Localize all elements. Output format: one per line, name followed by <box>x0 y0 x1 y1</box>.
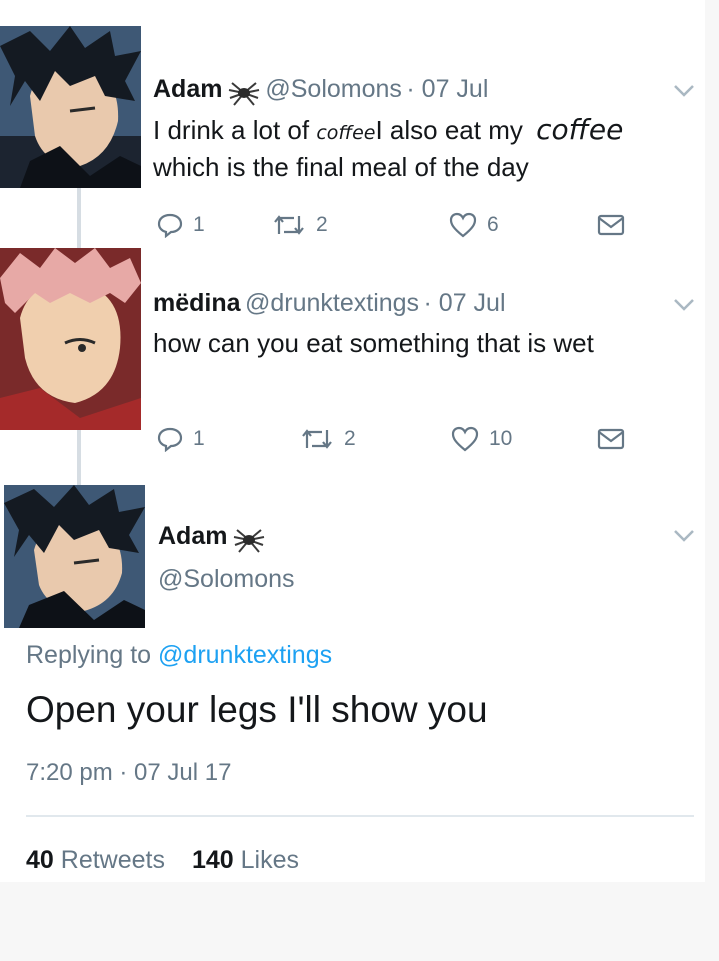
tweet-text-part: I also eat my <box>375 115 531 145</box>
spider-emoji-icon <box>228 81 260 106</box>
overlay-word-large: coffee <box>536 113 624 146</box>
retweet-total: 40 <box>26 846 54 874</box>
display-name[interactable]: Adam <box>158 522 227 550</box>
display-name[interactable]: mëdina <box>153 289 241 317</box>
heart-icon <box>451 426 479 452</box>
replying-handle-link[interactable]: @drunktextings <box>158 641 332 669</box>
chevron-down-icon[interactable] <box>673 84 695 98</box>
avatar[interactable] <box>0 26 141 188</box>
like-button[interactable]: 6 <box>449 212 499 238</box>
dm-button[interactable] <box>597 214 625 236</box>
overlay-word-small: coffee <box>316 122 376 144</box>
user-handle[interactable]: @Solomons <box>265 75 402 103</box>
retweet-button[interactable]: 2 <box>300 426 356 452</box>
avatar[interactable] <box>4 485 145 628</box>
tweet-text-part: I drink a lot of <box>153 115 317 145</box>
reply-icon <box>157 427 183 452</box>
tweet-date[interactable]: · 07 Jul <box>406 75 488 103</box>
engagement-stats: 40 Retweets 140 Likes <box>26 846 299 875</box>
like-count: 6 <box>487 213 499 236</box>
spider-emoji-icon <box>233 528 265 553</box>
chevron-down-icon[interactable] <box>673 298 695 312</box>
replying-prefix: Replying to <box>26 641 152 669</box>
replying-to: Replying to @drunktextings <box>26 641 332 670</box>
tweet-text: how can you eat something that is wet <box>153 328 594 358</box>
reply-button[interactable]: 1 <box>157 426 205 452</box>
heart-icon <box>449 212 477 238</box>
reply-button[interactable]: 1 <box>157 212 205 238</box>
user-handle[interactable]: @Solomons <box>158 565 295 594</box>
retweet-icon <box>274 215 304 235</box>
reply-icon <box>157 213 183 238</box>
tweet-text-line2: which is the final meal of the day <box>153 152 529 182</box>
like-button[interactable]: 10 <box>451 426 512 452</box>
reply-count: 1 <box>193 427 205 450</box>
like-stat-label: Likes <box>240 846 299 874</box>
thread-connector <box>77 430 81 485</box>
retweet-count: 2 <box>344 427 356 450</box>
like-count: 10 <box>489 427 513 450</box>
retweet-icon <box>302 429 332 449</box>
retweet-stat-label: Retweets <box>60 846 165 874</box>
reply-count: 1 <box>193 213 205 236</box>
envelope-icon <box>597 214 625 236</box>
focus-tweet-text: Open your legs I'll show you <box>26 689 488 730</box>
retweet-count: 2 <box>316 213 328 236</box>
avatar[interactable] <box>0 248 141 430</box>
chevron-down-icon[interactable] <box>673 529 695 543</box>
display-name[interactable]: Adam <box>153 75 222 103</box>
tweet-text: I drink a lot of coffeeI also eat my cof… <box>153 111 623 152</box>
tweet-header: Adam @Solomons · 07 Jul <box>153 75 488 106</box>
tweet-date[interactable]: · 07 Jul <box>424 289 506 317</box>
thread-connector <box>77 188 81 248</box>
divider <box>26 815 694 817</box>
tweet-timestamp[interactable]: 7:20 pm · 07 Jul 17 <box>26 759 231 787</box>
tweet-thread-card: Adam @Solomons · 07 Jul I drink a lot of… <box>0 0 705 882</box>
retweet-button[interactable]: 2 <box>272 212 328 238</box>
dm-button[interactable] <box>597 428 625 450</box>
focus-tweet-name-row: Adam <box>158 522 266 553</box>
like-stat[interactable]: 140 Likes <box>192 846 299 874</box>
like-total: 140 <box>191 846 234 874</box>
tweet-header: mëdina @drunktextings · 07 Jul <box>153 289 506 318</box>
retweet-stat[interactable]: 40 Retweets <box>26 846 172 874</box>
envelope-icon <box>597 428 625 450</box>
user-handle[interactable]: @drunktextings <box>245 289 419 317</box>
